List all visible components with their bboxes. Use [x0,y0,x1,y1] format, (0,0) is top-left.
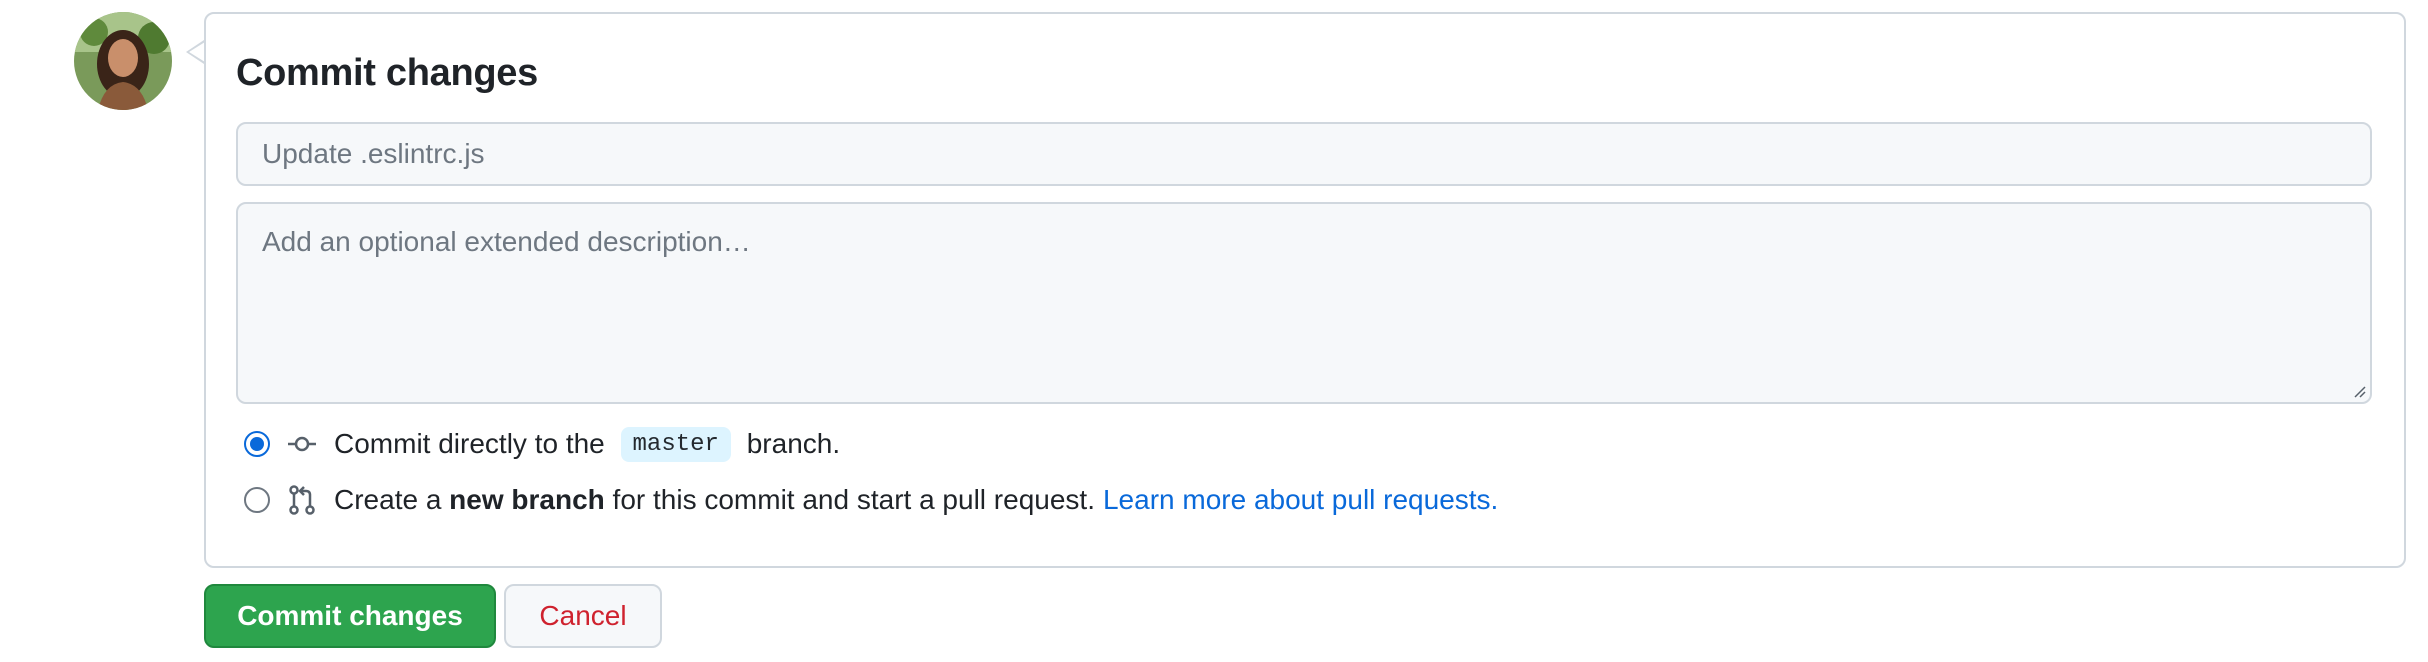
radio-commit-direct[interactable] [244,431,270,457]
git-pull-request-icon [286,484,318,516]
option-new-branch-bold: new branch [449,484,605,515]
commit-summary-input[interactable] [236,122,2372,186]
commit-changes-button[interactable]: Commit changes [204,584,496,648]
commit-title: Commit changes [236,52,538,94]
avatar[interactable] [74,12,172,110]
git-commit-icon [286,428,318,460]
option-direct-text-before: Commit directly to the [334,428,613,459]
panel-caret-fill [189,42,205,62]
option-commit-direct[interactable]: Commit directly to the master branch. [244,424,840,464]
avatar-image [74,12,172,110]
resize-handle-icon[interactable] [2352,384,2366,398]
option-new-branch-text-after: for this commit and start a pull request… [604,484,1095,515]
branch-name-badge: master [620,426,731,462]
option-new-branch-text-before: Create a [334,484,450,515]
cancel-button[interactable]: Cancel [504,584,662,648]
option-new-branch[interactable]: Create a new branch for this commit and … [244,480,1498,520]
commit-description-textarea[interactable] [236,202,2372,404]
learn-more-pull-requests-link[interactable]: Learn more about pull requests. [1103,484,1498,516]
option-direct-text-after: branch. [738,428,841,459]
radio-new-branch[interactable] [244,487,270,513]
